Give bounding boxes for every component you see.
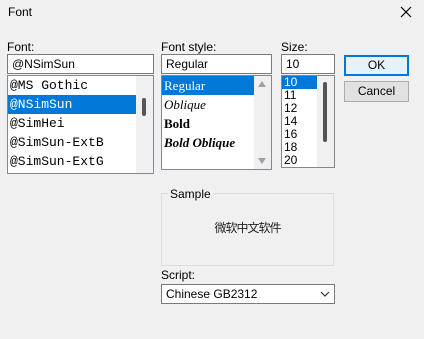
close-icon — [400, 6, 412, 18]
font-label: Font: — [7, 40, 35, 54]
font-list-item-selected[interactable]: @NSimSun — [8, 95, 136, 114]
sample-label: Sample — [168, 187, 213, 201]
font-list-item[interactable]: @SimHei — [8, 114, 136, 133]
scroll-thumb[interactable] — [323, 82, 327, 142]
close-button[interactable] — [396, 2, 416, 22]
size-label: Size: — [281, 40, 308, 54]
font-list-item[interactable]: @SimSun-ExtG — [8, 152, 136, 171]
window-title: Font — [8, 5, 33, 19]
font-list-item[interactable]: @SimSun-ExtB — [8, 133, 136, 152]
scroll-thumb[interactable] — [142, 98, 146, 116]
scroll-down-icon[interactable] — [258, 158, 266, 164]
style-input[interactable]: Regular — [161, 54, 272, 74]
style-list-scrollbar[interactable] — [254, 76, 271, 169]
style-list-item[interactable]: Bold Oblique — [162, 133, 254, 152]
style-label: Font style: — [161, 40, 217, 54]
font-list-item[interactable]: @MS Gothic — [8, 76, 136, 95]
font-list[interactable]: @MS Gothic @NSimSun @SimHei @SimSun-ExtB… — [7, 75, 154, 174]
font-input[interactable]: @NSimSun — [7, 54, 154, 74]
sample-text: 微软中文软件 — [214, 221, 281, 235]
size-list-item[interactable]: 20 — [282, 154, 317, 167]
size-list[interactable]: 10 11 12 14 16 18 20 — [281, 75, 335, 168]
style-list-item[interactable]: Oblique — [162, 95, 254, 114]
font-list-scrollbar[interactable] — [136, 76, 153, 173]
style-list[interactable]: Regular Oblique Bold Bold Oblique — [161, 75, 272, 170]
style-list-item[interactable]: Bold — [162, 114, 254, 133]
script-label: Script: — [161, 268, 196, 282]
chevron-down-icon — [320, 291, 330, 297]
scroll-up-icon[interactable] — [258, 81, 266, 87]
size-input[interactable]: 10 — [281, 54, 335, 74]
size-list-scrollbar[interactable] — [317, 76, 334, 167]
script-select[interactable]: Chinese GB2312 — [161, 284, 335, 304]
cancel-button[interactable]: Cancel — [344, 81, 409, 102]
ok-button[interactable]: OK — [344, 55, 409, 76]
script-value: Chinese GB2312 — [166, 287, 258, 301]
style-list-item-selected[interactable]: Regular — [162, 76, 254, 95]
